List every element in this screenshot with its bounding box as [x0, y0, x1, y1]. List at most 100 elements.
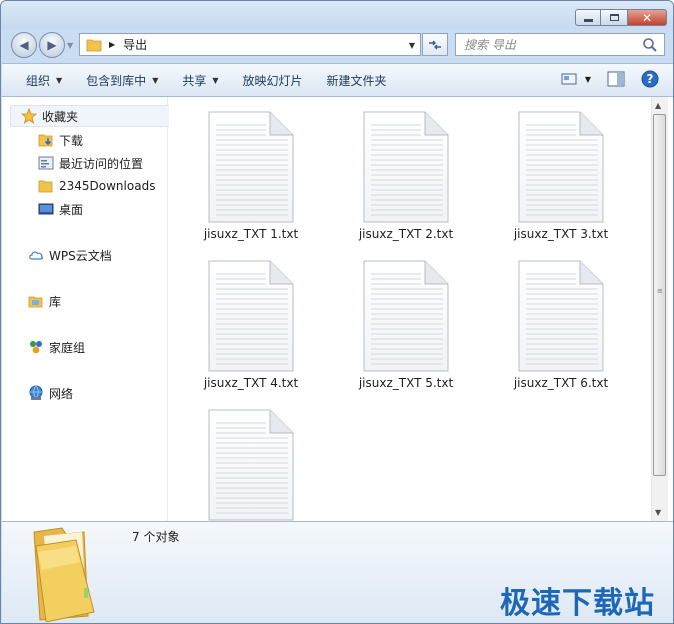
scroll-up-icon[interactable]: ▲ — [655, 101, 661, 110]
nav-desktop[interactable]: 桌面 — [38, 198, 83, 220]
maximize-button[interactable] — [601, 9, 627, 26]
content-area: 收藏夹 下载 最近访问的位置 2345Downloads 桌面 WPS云文档 库… — [2, 97, 673, 521]
navigation-pane: 收藏夹 下载 最近访问的位置 2345Downloads 桌面 WPS云文档 库… — [2, 97, 173, 521]
file-item[interactable]: jisuxz_TXT 6.txt — [496, 260, 626, 390]
back-arrow-icon: ◀ — [19, 38, 29, 52]
grip-icon: ≡ — [657, 287, 663, 295]
nav-wps-cloud-label: WPS云文档 — [49, 248, 112, 263]
navigation-bar: ◀ ▶ ▼ ▶ 导出 ▼ — [1, 29, 673, 61]
file-item[interactable]: jisuxz_TXT 5.txt — [341, 260, 471, 390]
organize-label: 组织 — [26, 73, 51, 88]
folder-icon — [38, 178, 54, 194]
nav-desktop-label: 桌面 — [59, 202, 84, 217]
slideshow-label: 放映幻灯片 — [242, 73, 303, 88]
address-bar[interactable]: ▶ 导出 ▼ — [79, 33, 421, 56]
text-file-icon — [208, 111, 294, 223]
new-folder-button[interactable]: 新建文件夹 — [315, 64, 399, 96]
command-bar: 组织 ▼ 包含到库中 ▼ 共享 ▼ 放映幻灯片 新建文件夹 ▼ ? — [2, 63, 673, 97]
chevron-down-icon: ▼ — [152, 75, 159, 85]
text-file-icon — [363, 260, 449, 372]
file-name: jisuxz_TXT 4.txt — [203, 376, 299, 390]
nav-downloads[interactable]: 下载 — [38, 129, 83, 151]
svg-text:?: ? — [647, 72, 654, 86]
recent-pages-dropdown-icon[interactable]: ▼ — [67, 41, 73, 50]
recent-places-icon — [38, 155, 54, 171]
share-menu[interactable]: 共享 ▼ — [170, 64, 230, 96]
text-file-icon — [208, 409, 294, 521]
nav-favorites-label: 收藏夹 — [42, 109, 79, 124]
help-icon[interactable]: ? — [641, 70, 659, 88]
chevron-down-icon: ▼ — [584, 74, 591, 84]
text-file-icon — [363, 111, 449, 223]
library-icon — [28, 293, 44, 309]
search-input[interactable] — [464, 37, 634, 52]
change-view-button[interactable]: ▼ — [561, 72, 591, 86]
search-box[interactable] — [455, 33, 665, 56]
view-controls: ▼ ? — [561, 70, 659, 88]
back-button[interactable]: ◀ — [11, 32, 37, 58]
nav-libraries-label: 库 — [49, 294, 62, 309]
file-item[interactable]: jisuxz_TXT 3.txt — [496, 111, 626, 241]
nav-network-label: 网络 — [49, 386, 74, 401]
nav-network[interactable]: 网络 — [28, 382, 73, 404]
file-item[interactable]: jisuxz_TXT 1.txt — [186, 111, 316, 241]
new-folder-label: 新建文件夹 — [326, 73, 387, 88]
cloud-icon — [28, 247, 44, 263]
scroll-down-icon[interactable]: ▼ — [655, 508, 661, 517]
nav-libraries[interactable]: 库 — [28, 290, 61, 312]
breadcrumb-chevron-icon[interactable]: ▶ — [109, 40, 115, 49]
file-name: jisuxz_TXT 5.txt — [358, 376, 454, 390]
forward-button[interactable]: ▶ — [39, 32, 65, 58]
window-controls: ✕ — [575, 9, 667, 26]
text-file-icon — [518, 260, 604, 372]
close-button[interactable]: ✕ — [627, 9, 667, 26]
downloads-folder-icon — [38, 132, 54, 148]
file-name: jisuxz_TXT 2.txt — [358, 227, 454, 241]
folder-icon — [86, 39, 102, 51]
watermark: 极速下载站 — [500, 586, 655, 621]
file-item[interactable] — [186, 409, 316, 521]
chevron-down-icon: ▼ — [56, 75, 63, 85]
chevron-down-icon: ▼ — [212, 75, 219, 85]
nav-2345downloads-label: 2345Downloads — [59, 179, 156, 193]
file-name: jisuxz_TXT 1.txt — [203, 227, 299, 241]
nav-recent-places[interactable]: 最近访问的位置 — [38, 152, 143, 174]
file-item[interactable]: jisuxz_TXT 4.txt — [186, 260, 316, 390]
item-count: 7 个对象 — [132, 530, 180, 544]
nav-homegroup[interactable]: 家庭组 — [28, 336, 85, 358]
network-icon — [28, 385, 44, 401]
file-name: jisuxz_TXT 3.txt — [513, 227, 609, 241]
explorer-window: ✕ ◀ ▶ ▼ ▶ 导出 ▼ 搜索 导出 组织 ▼ 包含到库中 ▼ 共享 ▼ 放… — [0, 0, 674, 624]
address-dropdown-icon[interactable]: ▼ — [409, 41, 415, 50]
slideshow-button[interactable]: 放映幻灯片 — [231, 64, 315, 96]
search-icon[interactable] — [642, 37, 658, 53]
nav-favorites[interactable]: 收藏夹 — [10, 105, 173, 127]
maximize-icon — [609, 14, 619, 21]
refresh-button[interactable] — [422, 33, 448, 56]
details-pane: 7 个对象 极速下载站 — [2, 521, 673, 623]
minimize-button[interactable] — [575, 9, 601, 26]
include-in-library-menu[interactable]: 包含到库中 ▼ — [74, 64, 170, 96]
nav-homegroup-label: 家庭组 — [49, 340, 86, 355]
nav-wps-cloud[interactable]: WPS云文档 — [28, 244, 112, 266]
scroll-thumb[interactable]: ≡ — [653, 114, 666, 476]
refresh-icon — [429, 40, 441, 49]
file-item[interactable]: jisuxz_TXT 2.txt — [341, 111, 471, 241]
share-label: 共享 — [182, 73, 207, 88]
include-in-library-label: 包含到库中 — [86, 73, 147, 88]
nav-recent-places-label: 最近访问的位置 — [59, 156, 144, 171]
file-name: jisuxz_TXT 6.txt — [513, 376, 609, 390]
nav-2345downloads[interactable]: 2345Downloads — [38, 175, 155, 197]
homegroup-icon — [28, 339, 44, 355]
view-icon — [561, 73, 577, 85]
breadcrumb-current[interactable]: 导出 — [123, 36, 147, 53]
title-bar: ✕ — [1, 1, 673, 29]
desktop-icon — [38, 201, 54, 217]
close-icon: ✕ — [641, 10, 653, 25]
star-icon — [21, 108, 37, 124]
forward-arrow-icon: ▶ — [47, 38, 57, 52]
organize-menu[interactable]: 组织 ▼ — [2, 64, 74, 96]
preview-pane-icon[interactable] — [607, 71, 625, 87]
text-file-icon — [208, 260, 294, 372]
vertical-scrollbar[interactable]: ▲ ≡ ▼ — [651, 97, 668, 521]
